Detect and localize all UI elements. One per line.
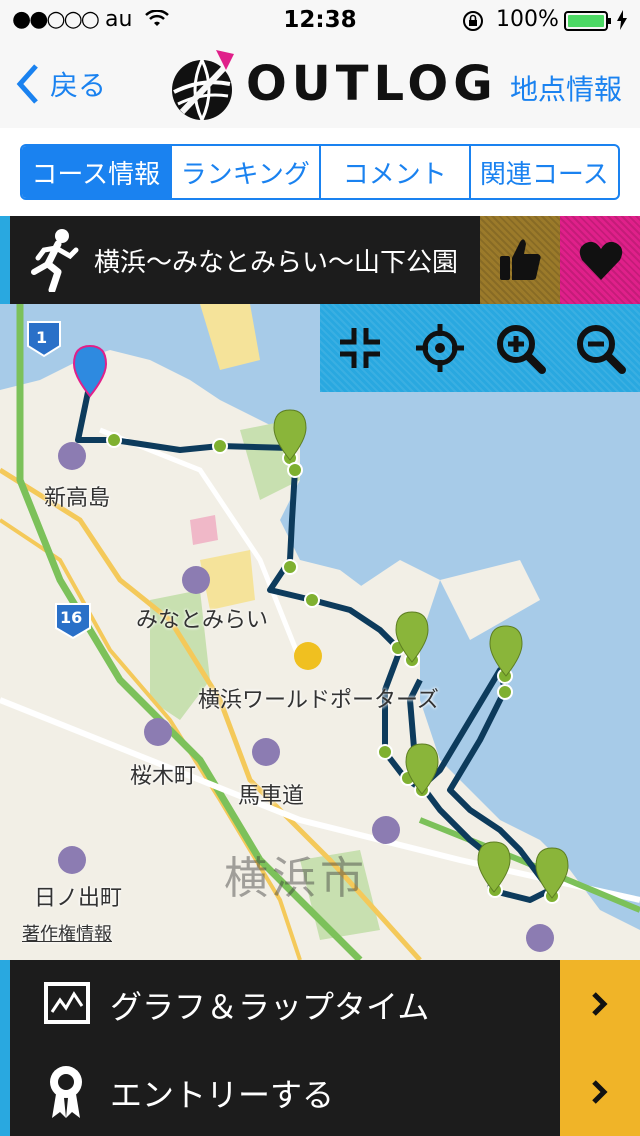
course-tabs: コース情報 ランキング コメント 関連コース — [20, 144, 620, 200]
back-label: 戻る — [50, 69, 107, 102]
location-info-button[interactable]: 地点情報 — [510, 68, 622, 108]
accent-stripe — [0, 960, 10, 1048]
battery-percent: 100% — [496, 7, 559, 32]
current-location-icon[interactable] — [416, 324, 464, 372]
status-bar: ●●○○○ au 12:38 100% — [0, 0, 640, 40]
zoom-out-icon[interactable] — [576, 324, 626, 374]
tab-related-courses[interactable]: 関連コース — [468, 146, 619, 198]
favorite-button[interactable] — [560, 216, 640, 304]
label-minatomirai: みなとみらい — [136, 608, 269, 633]
course-header: 横浜〜みなとみらい〜山下公園 — [0, 216, 640, 304]
menu-entry[interactable]: エントリーする — [0, 1048, 640, 1136]
runner-icon — [31, 229, 79, 292]
map-copyright-link[interactable]: 著作権情報 — [22, 920, 112, 946]
tab-course-info[interactable]: コース情報 — [22, 146, 170, 198]
course-title: 横浜〜みなとみらい〜山下公園 — [94, 248, 459, 278]
charging-icon — [617, 10, 627, 30]
route-shield-16: 16 — [60, 608, 83, 627]
accent-stripe — [0, 1048, 10, 1136]
route-shield-1: 1 — [36, 328, 48, 347]
outlog-logo-text: OUTLOG — [246, 56, 498, 112]
rotation-lock-icon — [463, 11, 483, 31]
course-menu: グラフ＆ラップタイム エントリーする — [0, 960, 640, 1136]
course-map[interactable]: 1 16 新高島 みなとみらい 横浜ワールドポーターズ 桜木町 馬車道 日ノ出町… — [0, 304, 640, 960]
graph-arrow-button[interactable] — [560, 960, 640, 1048]
menu-graph-laptime[interactable]: グラフ＆ラップタイム — [0, 960, 640, 1048]
chevron-right-icon — [592, 992, 608, 1016]
thumbs-up-icon — [500, 239, 541, 280]
map-toolbar — [320, 304, 640, 392]
tab-ranking[interactable]: ランキング — [169, 146, 320, 198]
graph-icon — [44, 982, 90, 1024]
nav-bar: 戻る OUTLOG 地点情報 — [0, 40, 640, 128]
label-bashamichi: 馬車道 — [238, 784, 305, 809]
heart-icon — [579, 241, 623, 280]
menu-graph-label: グラフ＆ラップタイム — [110, 988, 430, 1026]
like-button[interactable] — [480, 216, 560, 304]
award-ribbon-icon — [50, 1066, 82, 1118]
label-worldporters: 横浜ワールドポーターズ — [198, 688, 439, 713]
label-hinodecho: 日ノ出町 — [34, 886, 123, 911]
chevron-right-icon — [592, 1080, 608, 1104]
accent-stripe — [0, 216, 10, 304]
back-button[interactable]: 戻る — [14, 62, 106, 106]
label-sakuragicho: 桜木町 — [130, 764, 197, 789]
chevron-left-icon — [16, 64, 38, 104]
battery-icon — [564, 11, 611, 31]
label-shintakashima: 新高島 — [44, 486, 111, 511]
zoom-in-icon[interactable] — [496, 324, 546, 374]
menu-entry-label: エントリーする — [110, 1076, 335, 1114]
collapse-map-icon[interactable] — [336, 324, 384, 372]
tab-comments[interactable]: コメント — [319, 146, 469, 198]
label-yokohamashi: 横浜市 — [224, 853, 368, 904]
entry-arrow-button[interactable] — [560, 1048, 640, 1136]
outlog-logo-globe-icon — [172, 50, 234, 121]
